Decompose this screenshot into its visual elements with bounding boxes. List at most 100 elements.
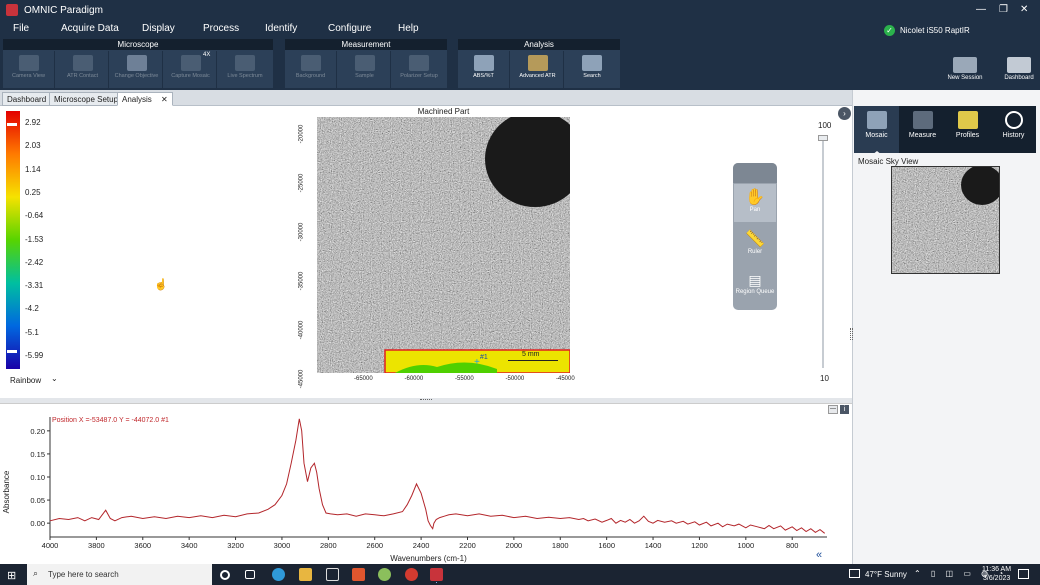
colorbar-tick-label: -4.2	[25, 304, 39, 314]
tab-analysis[interactable]: Analysis ✕	[117, 92, 173, 106]
taskbar: ⊞ ⌕ Type here to search 47°F Sunny ⌃ ▯ ◫…	[0, 564, 1040, 585]
colorbar-top-handle[interactable]	[7, 123, 17, 126]
new-session-button[interactable]: New Session	[940, 54, 990, 88]
region-queue-tool[interactable]: ▤ Region Queue	[734, 268, 776, 308]
measurement-group: Measurement Background Sample Polarizer …	[285, 39, 447, 88]
menu-help[interactable]: Help	[398, 23, 419, 34]
tab-microscope-setup[interactable]: Microscope Setup	[49, 92, 124, 106]
collapse-button[interactable]: «	[816, 549, 828, 561]
close-button[interactable]: ✕	[1020, 4, 1028, 15]
notification-icon[interactable]	[1018, 569, 1029, 579]
menu-identify[interactable]: Identify	[265, 23, 297, 34]
background-button[interactable]: Background	[285, 51, 337, 88]
menu-display[interactable]: Display	[142, 23, 175, 34]
active-tool-pointer	[872, 151, 882, 155]
group-title: Analysis	[458, 39, 620, 50]
mosaic-view: 2.92 2.03 1.14 0.25 -0.64 -1.53 -2.42 -3.31 -4.2…	[0, 106, 852, 398]
tool-palette-grip[interactable]	[733, 163, 777, 183]
measure-tool[interactable]: Measure	[900, 106, 945, 153]
mosaic-image[interactable]	[317, 117, 570, 373]
cortana-icon[interactable]	[220, 570, 230, 580]
live-spectrum-icon	[235, 55, 255, 71]
mosaic-y-tick: -35000	[298, 271, 305, 291]
x-tick-label: 800	[786, 541, 799, 550]
polarizer-setup-button[interactable]: Polarizer Setup	[393, 51, 445, 88]
skyview-image[interactable]	[891, 166, 1000, 274]
colorbar-tick-label: 2.03	[25, 141, 41, 151]
tab-label: Dashboard	[7, 95, 47, 104]
colorbar-tick-label: -5.1	[25, 327, 39, 337]
minimize-button[interactable]: —	[976, 4, 986, 15]
y-tick-label: 0.00	[30, 519, 45, 528]
mosaic-title: Machined Part	[417, 107, 470, 116]
settings-icon[interactable]	[326, 568, 339, 581]
capture-mosaic-button[interactable]: 4X Capture Mosaic	[165, 51, 217, 88]
colormap-value: Rainbow	[10, 376, 42, 385]
close-tab-icon[interactable]: ✕	[161, 95, 168, 104]
y-tick-label: 0.10	[30, 473, 45, 482]
zoom-slider-track[interactable]	[822, 135, 824, 368]
camera-view-button[interactable]: Camera View	[3, 51, 55, 88]
panel-resize-grip[interactable]	[850, 328, 853, 340]
tool-label: Profiles	[955, 132, 980, 139]
tool-label: Measure	[908, 132, 937, 139]
menu-bar: File Acquire Data Display Process Identi…	[0, 20, 1040, 38]
polarizer-icon	[409, 55, 429, 71]
chrome-icon[interactable]	[405, 568, 418, 581]
edge-icon[interactable]	[272, 568, 285, 581]
restore-button[interactable]: ❐	[999, 4, 1008, 15]
measurement-marker[interactable]: #1	[480, 354, 488, 361]
colorbar-tick-label: 0.25	[25, 187, 41, 197]
office-icon[interactable]	[352, 568, 365, 581]
colormap-select[interactable]: Rainbow ⌄	[4, 374, 62, 388]
x-tick-label: 2200	[459, 541, 476, 550]
scale-bar-label: 5 mm	[522, 351, 540, 358]
app-icon[interactable]	[378, 568, 391, 581]
x-tick-label: 2600	[366, 541, 383, 550]
taskbar-search[interactable]: ⌕ Type here to search	[27, 564, 212, 585]
windows-start-icon[interactable]: ⊞	[7, 569, 16, 582]
sample-button[interactable]: Sample	[339, 51, 391, 88]
mosaic-x-tick: -50000	[505, 376, 525, 382]
mosaic-tool[interactable]: Mosaic	[854, 106, 899, 153]
dashboard-button[interactable]: Dashboard	[995, 54, 1040, 88]
analysis-group: Analysis ABS/%T Advanced ATR Search	[458, 39, 620, 88]
expand-panel-button[interactable]: ›	[838, 107, 851, 120]
profiles-tool[interactable]: Profiles	[945, 106, 990, 153]
atr-contact-button[interactable]: ATR Contact	[57, 51, 109, 88]
menu-file[interactable]: File	[13, 23, 29, 34]
change-objective-button[interactable]: Change Objective	[111, 51, 163, 88]
menu-process[interactable]: Process	[203, 23, 239, 34]
measure-icon	[912, 111, 933, 129]
search-button[interactable]: Search	[566, 51, 618, 88]
ruler-tool[interactable]: 📏 Ruler	[734, 226, 776, 264]
menu-configure[interactable]: Configure	[328, 23, 371, 34]
zoom-min-label: 10	[820, 374, 829, 383]
abs-t-button[interactable]: ABS/%T	[458, 51, 510, 88]
zoom-max-label: 100	[818, 121, 832, 130]
file-explorer-icon[interactable]	[299, 568, 312, 581]
spectrum-chart[interactable]: 4000 3800 3600 3400 3200 3000 2800 2600 2400 2200…	[0, 404, 852, 565]
colorbar-bottom-handle[interactable]	[7, 350, 17, 353]
task-view-icon[interactable]	[245, 570, 255, 579]
colorbar-tick-label: -2.42	[25, 257, 44, 267]
history-tool[interactable]: History	[991, 106, 1036, 153]
mosaic-x-tick: -65000	[354, 376, 373, 382]
zoom-slider-thumb[interactable]	[818, 135, 828, 141]
chevron-down-icon: ⌄	[51, 374, 58, 383]
pan-tool[interactable]: ✋ Pan	[734, 184, 776, 222]
app-logo-icon	[6, 4, 18, 16]
live-spectrum-button[interactable]: Live Spectrum	[219, 51, 271, 88]
omnic-taskbar-icon[interactable]	[430, 568, 443, 581]
menu-acquire-data[interactable]: Acquire Data	[61, 23, 119, 34]
tab-label: Analysis	[122, 95, 152, 104]
instrument-status-icon: ✓	[884, 25, 895, 36]
x-axis-label: Wavenumbers (cm-1)	[390, 554, 467, 563]
advanced-atr-button[interactable]: Advanced ATR	[512, 51, 564, 88]
tab-dashboard[interactable]: Dashboard	[2, 92, 52, 106]
colorbar-tick-label: -1.53	[25, 234, 44, 244]
taskbar-search-placeholder: Type here to search	[48, 570, 119, 579]
mosaic-icon	[866, 111, 887, 129]
tool-label: Mosaic	[865, 132, 888, 139]
x-tick-label: 3800	[88, 541, 105, 550]
